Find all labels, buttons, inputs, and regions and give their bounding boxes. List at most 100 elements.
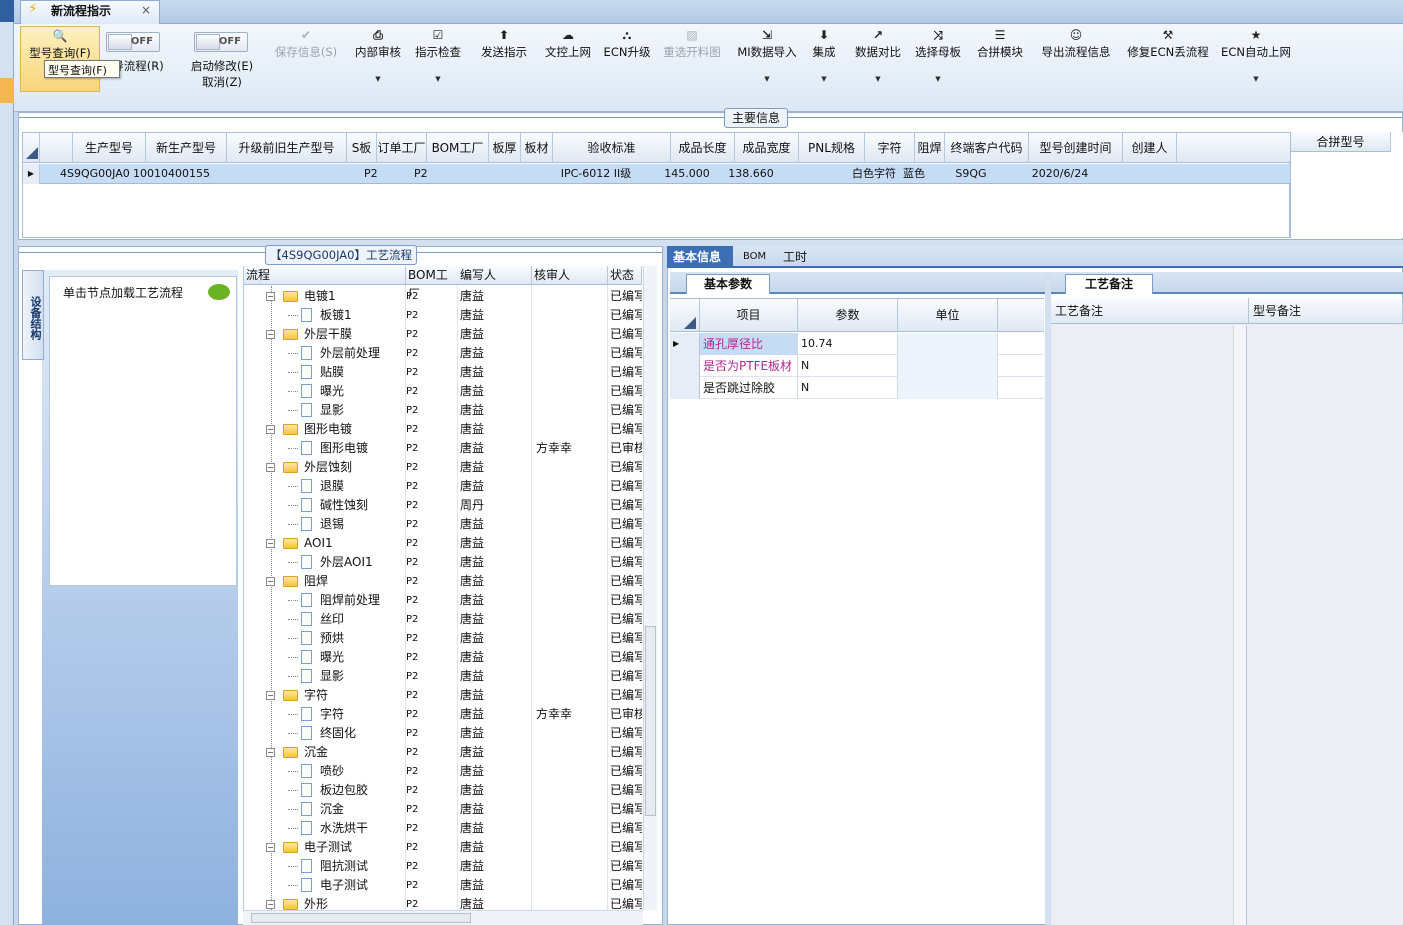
tree-column-header[interactable]: 编写人 <box>458 266 532 285</box>
tree-column-header[interactable]: BOM工厂 <box>406 266 460 301</box>
remarks-grid[interactable]: 工艺备注 型号备注 <box>1051 298 1403 925</box>
main-info-grid[interactable]: ▶ 生产型号 4S9QG00JA0 新生产型号 10010400155352 升级前旧生… <box>22 132 1290 238</box>
ribbon-button-2[interactable]: ☑ 指示检查 ▼ <box>410 26 466 96</box>
list-item[interactable]: 图形电镀 P2 唐益 方幸幸 已审核 <box>244 439 642 458</box>
list-item[interactable]: 字符 P2 唐益 方幸幸 已审核 <box>244 705 642 724</box>
column-header[interactable]: 成品宽度 <box>735 133 799 163</box>
ribbon-button-7[interactable]: ⇲ MI数据导入 ▼ <box>732 26 802 96</box>
model-search-button[interactable]: 🔍 型号查询(F) ▼ <box>20 26 100 92</box>
ribbon-button-9[interactable]: ↗ 数据对比 ▼ <box>848 26 908 96</box>
column-header[interactable]: BOM工厂 <box>427 133 489 163</box>
ribbon-button-3[interactable]: ⬆ 发送指示 <box>474 26 534 96</box>
list-item[interactable]: − 沉金 P2 唐益 已编写 <box>244 743 642 762</box>
collapse-toggle-icon[interactable]: − <box>266 691 275 700</box>
ribbon-button-0[interactable]: ✔ 保存信息(S) <box>268 26 344 96</box>
column-header[interactable]: 升级前旧生产型号 <box>227 133 347 163</box>
import-flow-toggle[interactable]: OFF <box>106 32 160 52</box>
ribbon-button-11[interactable]: ☰ 合拼模块 <box>974 26 1026 96</box>
param-value[interactable]: N <box>798 377 898 399</box>
tree-horizontal-scrollbar[interactable] <box>243 910 643 925</box>
column-header[interactable]: 板材 <box>521 133 553 163</box>
detail-tab-2[interactable]: 工时 <box>777 246 813 268</box>
param-value[interactable]: 10.74 <box>798 333 898 355</box>
list-item[interactable]: − AOI1 P2 唐益 已编写 <box>244 534 642 553</box>
tree-column-header[interactable]: 核审人 <box>532 266 608 285</box>
column-header[interactable]: PNL规格 <box>799 133 865 163</box>
param-value[interactable]: N <box>798 355 898 377</box>
collapse-toggle-icon[interactable]: − <box>266 330 275 339</box>
list-item[interactable]: 显影 P2 唐益 已编写 <box>244 667 642 686</box>
column-header[interactable]: 型号创建时间 <box>1029 133 1123 163</box>
column-header[interactable]: 验收标准 <box>553 133 671 163</box>
param-column-header[interactable]: 单位 <box>898 299 998 332</box>
ribbon-button-13[interactable]: ⚒ 修复ECN丢流程 <box>1124 26 1212 96</box>
column-header[interactable]: 成品长度 <box>671 133 735 163</box>
tree-column-header[interactable]: 状态 <box>608 266 642 285</box>
column-header[interactable]: 创建人 <box>1123 133 1177 163</box>
list-item[interactable]: − 电镀1 P2 唐益 已编写 <box>244 287 642 306</box>
node-hint-box[interactable]: 单击节点加载工艺流程 <box>49 276 237 586</box>
enable-edit-toggle[interactable]: OFF <box>194 32 248 52</box>
list-item[interactable]: 沉金 P2 唐益 已编写 <box>244 800 642 819</box>
list-item[interactable]: 电子测试 P2 唐益 已编写 <box>244 876 642 895</box>
param-row[interactable]: 是否为PTFE板材 N <box>670 355 1044 377</box>
list-item[interactable]: − 外层蚀刻 P2 唐益 已编写 <box>244 458 642 477</box>
tab-equipment-structure[interactable]: 设备结构 <box>22 270 44 360</box>
collapse-toggle-icon[interactable]: − <box>266 539 275 548</box>
param-row[interactable]: ▶ 通孔厚径比 10.74 <box>670 333 1044 355</box>
ribbon-button-8[interactable]: ⬇ 集成 ▼ <box>810 26 838 96</box>
collapse-toggle-icon[interactable]: − <box>266 425 275 434</box>
ribbon-button-10[interactable]: ⤨ 选择母板 ▼ <box>910 26 966 96</box>
list-item[interactable]: − 字符 P2 唐益 已编写 <box>244 686 642 705</box>
list-item[interactable]: 阻焊前处理 P2 唐益 已编写 <box>244 591 642 610</box>
list-item[interactable]: 退锡 P2 唐益 已编写 <box>244 515 642 534</box>
list-item[interactable]: − 外层干膜 P2 唐益 已编写 <box>244 325 642 344</box>
list-item[interactable]: 曝光 P2 唐益 已编写 <box>244 648 642 667</box>
column-header[interactable]: 阻焊 <box>915 133 945 163</box>
param-column-header[interactable]: 项目 <box>700 299 798 332</box>
ribbon-button-1[interactable]: ⎙ 内部审核 ▼ <box>350 26 406 96</box>
list-item[interactable]: 水洗烘干 P2 唐益 已编写 <box>244 819 642 838</box>
list-item[interactable]: 终固化 P2 唐益 已编写 <box>244 724 642 743</box>
column-header[interactable]: 新生产型号 <box>146 133 227 163</box>
param-grid[interactable]: 项目 参数 单位 ▶ 通孔厚径比 10.74 是否为PTFE板材 N 是否跳过除胶 N <box>670 298 1044 399</box>
list-item[interactable]: 板边包胶 P2 唐益 已编写 <box>244 781 642 800</box>
ribbon-button-6[interactable]: ▨ 重选开料图 <box>656 26 728 96</box>
column-header[interactable]: S板 <box>347 133 377 163</box>
process-flow-tree[interactable]: 流程 BOM工厂 编写人 核审人 状态 − 电镀1 P2 唐益 已编写 板镀1 P2 唐益 已编写 − 外层干… <box>243 266 657 916</box>
list-item[interactable]: 喷砂 P2 唐益 已编写 <box>244 762 642 781</box>
list-item[interactable]: 碱性蚀刻 P2 周丹 已编写 <box>244 496 642 515</box>
list-item[interactable]: 预烘 P2 唐益 已编写 <box>244 629 642 648</box>
list-item[interactable]: 外层前处理 P2 唐益 已编写 <box>244 344 642 363</box>
list-item[interactable]: 显影 P2 唐益 已编写 <box>244 401 642 420</box>
column-header[interactable]: 生产型号 <box>73 133 146 163</box>
list-item[interactable]: 板镀1 P2 唐益 已编写 <box>244 306 642 325</box>
detail-tab-0[interactable]: 基本信息 <box>667 246 733 268</box>
collapse-toggle-icon[interactable]: − <box>266 900 275 909</box>
collapse-toggle-icon[interactable]: − <box>266 292 275 301</box>
collapse-toggle-icon[interactable]: − <box>266 463 275 472</box>
list-item[interactable]: 贴膜 P2 唐益 已编写 <box>244 363 642 382</box>
column-header[interactable]: 板厚 <box>489 133 521 163</box>
list-item[interactable]: 丝印 P2 唐益 已编写 <box>244 610 642 629</box>
list-item[interactable]: − 图形电镀 P2 唐益 已编写 <box>244 420 642 439</box>
close-icon[interactable]: × <box>141 3 151 17</box>
list-item[interactable]: 退膜 P2 唐益 已编写 <box>244 477 642 496</box>
ribbon-button-5[interactable]: ⛬ ECN升级 <box>602 26 652 96</box>
list-item[interactable]: 曝光 P2 唐益 已编写 <box>244 382 642 401</box>
column-header[interactable]: 订单工厂 <box>377 133 427 163</box>
ribbon-button-14[interactable]: ★ ECN自动上网 ▼ <box>1218 26 1294 96</box>
ribbon-button-12[interactable]: ☺ 导出流程信息 <box>1036 26 1116 96</box>
param-row[interactable]: 是否跳过除胶 N <box>670 377 1044 399</box>
column-header[interactable]: 字符 <box>865 133 915 163</box>
column-header[interactable]: 终端客户代码 <box>945 133 1029 163</box>
remarks-scrollbar[interactable] <box>1233 325 1247 925</box>
collapse-toggle-icon[interactable]: − <box>266 577 275 586</box>
tree-column-header[interactable]: 流程 <box>244 266 406 285</box>
list-item[interactable]: − 阻焊 P2 唐益 已编写 <box>244 572 642 591</box>
tree-vertical-scrollbar[interactable] <box>643 266 657 910</box>
list-item[interactable]: 外层AOI1 P2 唐益 已编写 <box>244 553 642 572</box>
list-item[interactable]: 阻抗测试 P2 唐益 已编写 <box>244 857 642 876</box>
tab-process-remarks[interactable]: 工艺备注 <box>1065 274 1153 294</box>
ribbon-button-4[interactable]: ☁ 文控上网 <box>540 26 596 96</box>
